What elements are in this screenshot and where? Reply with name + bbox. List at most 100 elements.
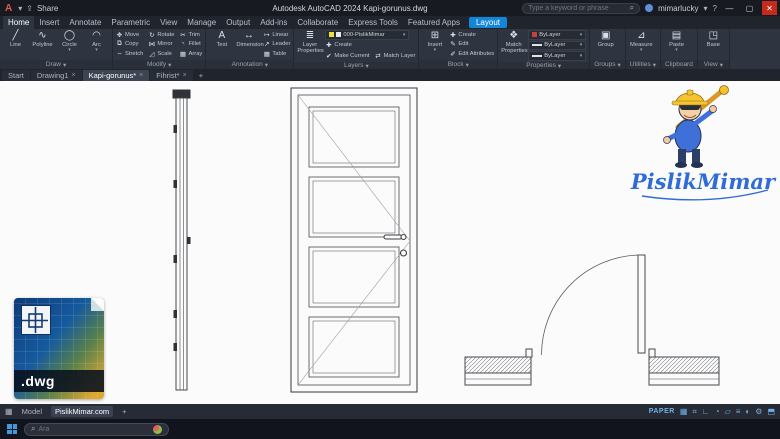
tab-insert[interactable]: Insert bbox=[34, 16, 64, 29]
drawing1-close-icon[interactable]: × bbox=[72, 72, 76, 79]
paste-caret-icon[interactable]: ▾ bbox=[675, 48, 678, 53]
panel-title-properties[interactable]: Properties ▾ bbox=[498, 62, 589, 70]
group-button[interactable]: ▣ Group bbox=[593, 30, 618, 48]
rotate-button[interactable]: ↻Rotate bbox=[148, 30, 174, 40]
autocad-logo-icon[interactable]: A bbox=[3, 3, 14, 14]
osnap-toggle-icon[interactable]: ▱ bbox=[725, 407, 731, 416]
move-button[interactable]: ✥Move bbox=[116, 30, 143, 40]
new-layout-button[interactable]: + bbox=[118, 406, 130, 417]
layer-dropdown[interactable]: 000-PislikMimar ▾ bbox=[325, 30, 409, 40]
polyline-button[interactable]: ∿ Polyline bbox=[30, 30, 55, 48]
panel-title-draw[interactable]: Draw ▾ bbox=[0, 60, 112, 69]
edit-attributes-button[interactable]: ✐Edit Attributes bbox=[449, 49, 494, 59]
space-indicator[interactable]: PAPER bbox=[649, 408, 675, 415]
panel-title-annotation[interactable]: Annotation ▾ bbox=[206, 60, 293, 69]
new-drawing-tab-button[interactable]: + bbox=[194, 70, 208, 81]
isolate-objects-icon[interactable]: ◐ bbox=[745, 407, 750, 416]
tab-parametric[interactable]: Parametric bbox=[106, 16, 155, 29]
mirror-button[interactable]: ⋈Mirror bbox=[148, 40, 174, 50]
model-tab[interactable]: Model bbox=[18, 406, 46, 417]
polar-toggle-icon[interactable]: ◔ bbox=[715, 407, 720, 416]
insert-caret-icon[interactable]: ▾ bbox=[434, 48, 437, 53]
tab-output[interactable]: Output bbox=[221, 16, 255, 29]
match-properties-button[interactable]: ❖ Match Properties bbox=[501, 30, 526, 55]
panel-title-clipboard[interactable]: Clipboard bbox=[661, 60, 697, 69]
base-button[interactable]: ◳ Base bbox=[701, 30, 726, 48]
tab-annotate[interactable]: Annotate bbox=[64, 16, 106, 29]
block-create-button[interactable]: ✚Create bbox=[449, 30, 494, 40]
tab-add-ins[interactable]: Add-ins bbox=[255, 16, 292, 29]
tab-home[interactable]: Home bbox=[3, 16, 34, 29]
minimize-button[interactable]: — bbox=[722, 1, 737, 15]
close-button[interactable]: ✕ bbox=[762, 1, 777, 15]
lineweight-toggle-icon[interactable]: ≡ bbox=[736, 407, 741, 416]
kapi-gorunus-close-icon[interactable]: × bbox=[139, 72, 143, 79]
linetype-dropdown[interactable]: ByLayer ▾ bbox=[528, 51, 586, 61]
linear-button[interactable]: ↦Linear bbox=[263, 30, 290, 40]
match-layer-button[interactable]: ⇄Match Layer bbox=[375, 51, 416, 61]
leader-button[interactable]: ↗Leader bbox=[263, 40, 290, 50]
clean-screen-icon[interactable]: ⬒ bbox=[767, 407, 775, 416]
fillet-button[interactable]: ◝Fillet bbox=[179, 40, 202, 50]
layout-tab-pislikmimar[interactable]: PislikMimar.com bbox=[51, 406, 113, 417]
arc-caret-icon[interactable]: ▾ bbox=[95, 48, 98, 53]
panel-title-view[interactable]: View ▾ bbox=[698, 60, 729, 69]
search-icon[interactable]: ⌕ bbox=[630, 3, 634, 13]
file-tab-fihrist[interactable]: Fihrist* × bbox=[150, 70, 192, 81]
insert-button[interactable]: ⊞ Insert ▾ bbox=[422, 30, 447, 53]
user-avatar[interactable] bbox=[645, 4, 653, 12]
tab-express-tools[interactable]: Express Tools bbox=[343, 16, 403, 29]
signed-in-user[interactable]: mimarlucky bbox=[658, 4, 698, 13]
panel-title-modify[interactable]: Modify ▾ bbox=[113, 60, 205, 69]
tab-view[interactable]: View bbox=[155, 16, 182, 29]
line-button[interactable]: ╱ Line bbox=[3, 30, 28, 48]
tab-collaborate[interactable]: Collaborate bbox=[292, 16, 343, 29]
panel-title-block[interactable]: Block ▾ bbox=[419, 60, 497, 69]
copy-button[interactable]: ⧉Copy bbox=[116, 40, 143, 50]
text-button[interactable]: A Text bbox=[209, 30, 234, 48]
help-search-input[interactable] bbox=[528, 5, 627, 12]
color-dropdown[interactable]: ByLayer ▾ bbox=[528, 30, 586, 40]
help-icon[interactable]: ? bbox=[713, 4, 717, 13]
layout-button[interactable]: Layout bbox=[469, 17, 507, 28]
file-tab-kapi-gorunus[interactable]: Kapi-gorunus* × bbox=[83, 70, 150, 81]
tab-featured-apps[interactable]: Featured Apps bbox=[403, 16, 465, 29]
dimension-button[interactable]: ↔ Dimension bbox=[236, 30, 261, 48]
trim-button[interactable]: ✂Trim bbox=[179, 30, 202, 40]
tab-manage[interactable]: Manage bbox=[182, 16, 221, 29]
measure-button[interactable]: ⊿ Measure ▾ bbox=[629, 30, 654, 53]
quick-access-caret-icon[interactable]: ▾ bbox=[18, 4, 22, 13]
search-highlight-icon[interactable] bbox=[153, 425, 162, 434]
lineweight-dropdown[interactable]: ByLayer ▾ bbox=[528, 41, 586, 51]
windows-start-button[interactable] bbox=[7, 424, 17, 434]
grid-toggle-icon[interactable]: ▦ bbox=[680, 407, 688, 416]
share-button[interactable]: Share bbox=[37, 4, 58, 13]
snap-toggle-icon[interactable]: ⌗ bbox=[692, 407, 697, 417]
fihrist-close-icon[interactable]: × bbox=[183, 72, 187, 79]
customization-gear-icon[interactable]: ⚙ bbox=[755, 407, 762, 416]
help-search[interactable]: ⌕ bbox=[522, 3, 640, 14]
taskbar-search[interactable]: ⌕ bbox=[24, 423, 169, 436]
file-tab-drawing1[interactable]: Drawing1 × bbox=[31, 70, 82, 81]
block-edit-button[interactable]: ✎Edit bbox=[449, 40, 494, 50]
drawing-canvas[interactable]: PislikMimar .dwg bbox=[0, 81, 780, 404]
panel-title-groups[interactable]: Groups ▾ bbox=[590, 60, 625, 69]
scale-button[interactable]: ◿Scale bbox=[148, 49, 174, 59]
file-tab-start[interactable]: Start bbox=[2, 70, 30, 81]
stretch-button[interactable]: ⇔Stretch bbox=[116, 49, 143, 59]
ortho-toggle-icon[interactable]: ∟ bbox=[702, 407, 710, 416]
circle-button[interactable]: ◯ Circle ▾ bbox=[57, 30, 82, 53]
user-menu-caret-icon[interactable]: ▾ bbox=[704, 4, 708, 13]
arc-button[interactable]: ◠ Arc ▾ bbox=[84, 30, 109, 53]
layer-create-button[interactable]: ✚Create bbox=[325, 41, 415, 51]
measure-caret-icon[interactable]: ▾ bbox=[640, 48, 643, 53]
taskbar-search-input[interactable] bbox=[38, 426, 150, 433]
layout-grid-icon[interactable]: ▦ bbox=[5, 407, 13, 416]
panel-title-layers[interactable]: Layers ▾ bbox=[294, 62, 418, 70]
array-button[interactable]: ▦Array bbox=[179, 49, 202, 59]
circle-caret-icon[interactable]: ▾ bbox=[68, 48, 71, 53]
maximize-button[interactable]: ▢ bbox=[742, 1, 757, 15]
table-button[interactable]: ▦Table bbox=[263, 49, 290, 59]
paste-button[interactable]: ▤ Paste ▾ bbox=[664, 30, 689, 53]
panel-title-utilities[interactable]: Utilities ▾ bbox=[626, 60, 660, 69]
